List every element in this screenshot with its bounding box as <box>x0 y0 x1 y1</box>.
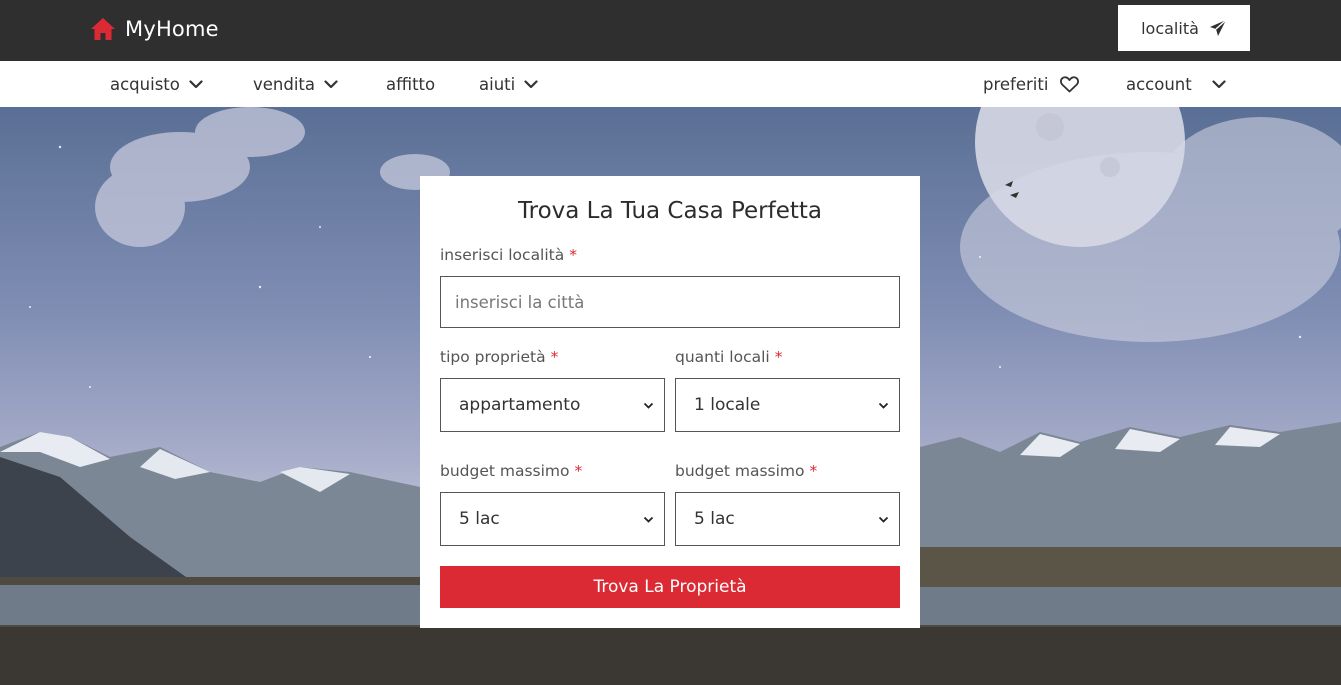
location-button[interactable]: località <box>1118 5 1250 51</box>
rooms-select[interactable]: 1 locale <box>675 378 900 432</box>
location-button-label: località <box>1141 18 1199 38</box>
nav-item-label: acquisto <box>110 74 180 94</box>
nav-item-vendita[interactable]: vendita <box>253 61 338 107</box>
brand-name: MyHome <box>125 17 219 41</box>
chevron-down-icon <box>878 402 889 409</box>
nav-item-label: vendita <box>253 74 316 94</box>
budget-select-2[interactable]: 5 lac <box>675 492 900 546</box>
nav-item-label: aiuti <box>479 74 516 94</box>
card-title: Trova La Tua Casa Perfetta <box>517 198 823 224</box>
search-submit-button[interactable]: Trova La Proprietà <box>440 566 900 608</box>
submit-label: Trova La Proprietà <box>593 577 747 597</box>
brand-logo[interactable]: MyHome <box>90 14 219 44</box>
chevron-down-icon <box>524 79 538 88</box>
location-input[interactable] <box>440 276 900 328</box>
property-type-label: tipo proprietà * <box>440 348 558 366</box>
rooms-label: quanti locali * <box>675 348 782 366</box>
nav-item-label: affitto <box>386 74 436 94</box>
chevron-down-icon <box>189 79 203 88</box>
property-type-select[interactable]: appartamento <box>440 378 665 432</box>
nav-item-account[interactable]: account <box>1126 61 1226 107</box>
required-mark: * <box>569 246 577 264</box>
main-nav: acquisto vendita affitto aiuti preferiti… <box>0 61 1341 107</box>
heart-icon <box>1060 75 1080 92</box>
required-mark: * <box>809 462 818 480</box>
budget-label-2-text: budget massimo <box>675 462 805 480</box>
top-bar: MyHome località <box>0 0 1341 61</box>
location-label-text: inserisci località <box>440 246 565 264</box>
chevron-down-icon <box>643 516 654 523</box>
budget-label-1-text: budget massimo <box>440 462 570 480</box>
budget-label-2: budget massimo * <box>675 462 817 480</box>
budget-value-2: 5 lac <box>694 509 735 529</box>
property-type-value: appartamento <box>459 395 581 415</box>
nav-item-label: preferiti <box>983 74 1049 94</box>
nav-item-aiuti[interactable]: aiuti <box>479 61 538 107</box>
nav-item-acquisto[interactable]: acquisto <box>110 61 203 107</box>
nav-item-affitto[interactable]: affitto <box>386 61 435 107</box>
search-card: Trova La Tua Casa Perfetta inserisci loc… <box>420 176 920 628</box>
required-mark: * <box>550 348 559 366</box>
rooms-value: 1 locale <box>694 395 761 415</box>
chevron-down-icon <box>1212 79 1226 88</box>
budget-value-1: 5 lac <box>459 509 500 529</box>
rooms-label-text: quanti locali <box>675 348 770 366</box>
required-mark: * <box>574 462 583 480</box>
budget-select-1[interactable]: 5 lac <box>440 492 665 546</box>
required-mark: * <box>774 348 783 366</box>
paper-plane-icon <box>1209 19 1227 37</box>
chevron-down-icon <box>324 79 338 88</box>
nav-item-label: account <box>1126 74 1192 94</box>
home-icon <box>90 17 116 41</box>
budget-label-1: budget massimo * <box>440 462 582 480</box>
location-label: inserisci località * <box>440 246 577 264</box>
chevron-down-icon <box>878 516 889 523</box>
nav-item-preferiti[interactable]: preferiti <box>983 61 1080 107</box>
chevron-down-icon <box>643 402 654 409</box>
property-type-label-text: tipo proprietà <box>440 348 546 366</box>
